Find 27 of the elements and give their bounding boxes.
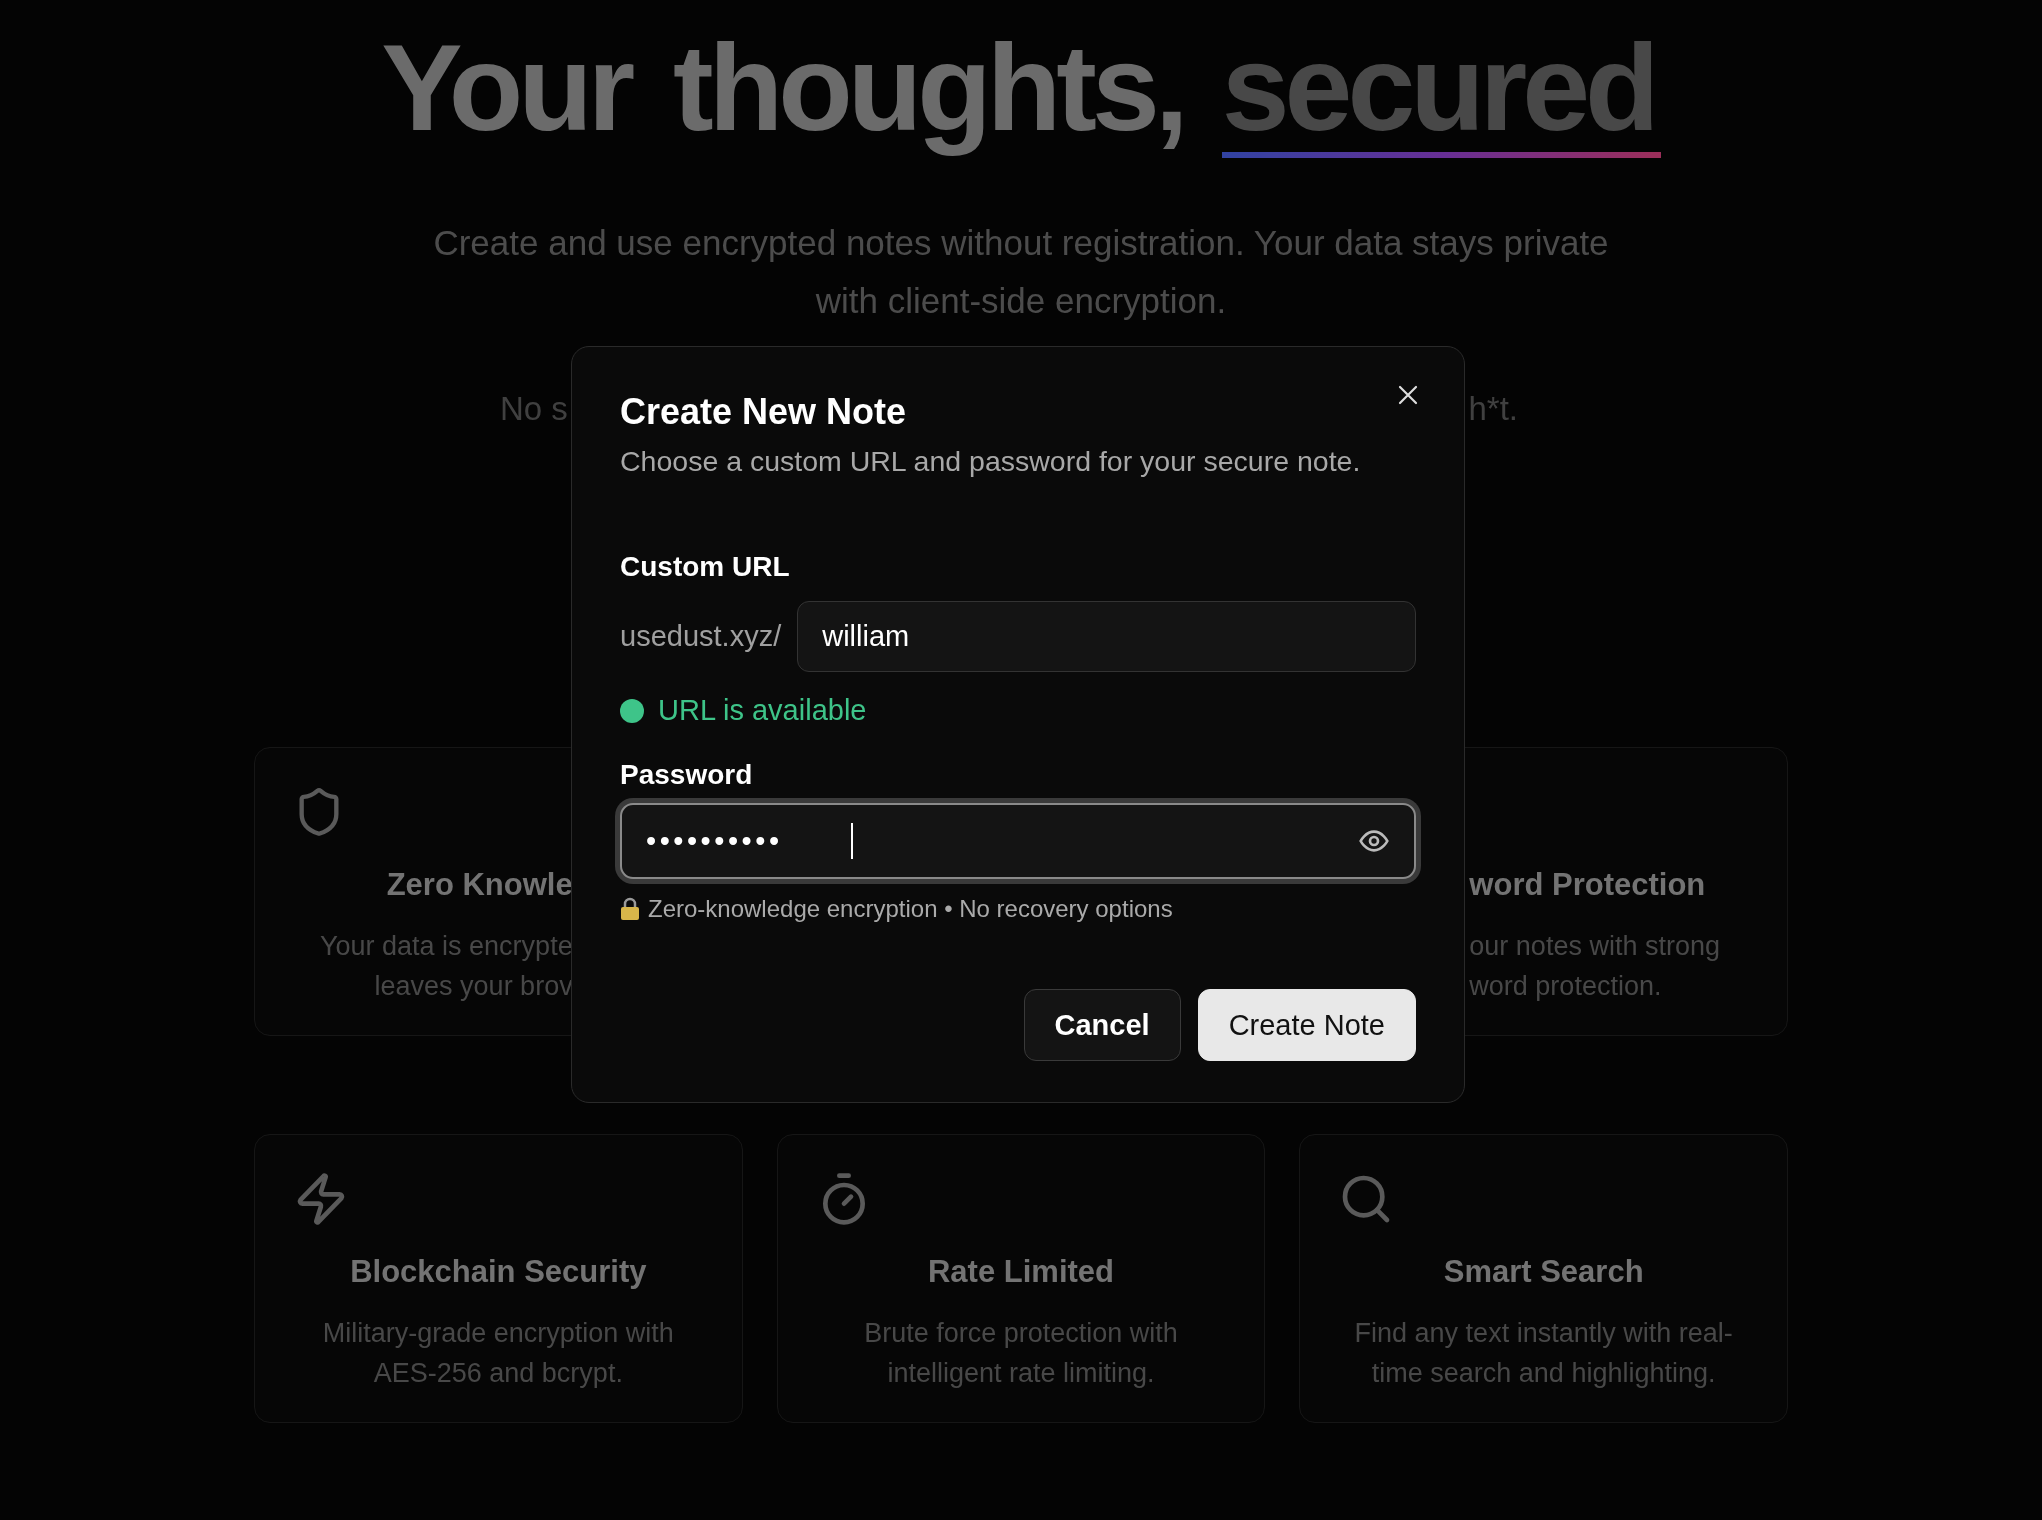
- create-note-button[interactable]: Create Note: [1197, 989, 1416, 1061]
- feature-title: Zero Knowle: [386, 867, 573, 903]
- dialog-description: Choose a custom URL and password for your secure note.: [620, 445, 1362, 478]
- feature-title: Smart Search: [1443, 1254, 1644, 1290]
- password-input[interactable]: ••••••••••: [646, 824, 851, 858]
- feature-description: Your data is encrypte leaves your brov: [320, 930, 573, 1003]
- close-icon: [1396, 383, 1420, 407]
- security-hint: Zero-knowledge encryption • No recovery options: [648, 895, 1173, 923]
- cancel-button[interactable]: Cancel: [1023, 989, 1181, 1061]
- hero-title: Your thoughts,: [381, 19, 1185, 158]
- field-label: Custom URL: [620, 551, 791, 583]
- feature-description: Military-grade encryption with AES-256 and bcrypt.: [322, 1317, 674, 1390]
- feature-description: Find any text instantly with real- time search and highlighting.: [1354, 1317, 1733, 1390]
- dialog-title: Create New Note: [620, 391, 907, 433]
- feature-description: Brute force protection with intelligent rate limiting.: [864, 1317, 1178, 1390]
- feature-title: Blockchain Security: [350, 1254, 647, 1290]
- tagline-text: h*t.: [1468, 390, 1518, 428]
- lock-icon: [620, 897, 640, 921]
- hero-subtitle: Create and use encrypted notes without registration. Your data stays private with client-side encryption.: [432, 222, 1610, 322]
- field-label: Password: [620, 759, 754, 791]
- feature-title: Rate Limited: [927, 1254, 1114, 1290]
- availability-text: URL is available: [658, 694, 867, 727]
- feature-description: our notes with strong word protection.: [1469, 930, 1720, 1003]
- feature-title: word Protection: [1469, 867, 1706, 903]
- tagline-text: No s: [500, 390, 568, 428]
- custom-url-field[interactable]: william: [797, 601, 1416, 672]
- url-prefix: usedust.xyz/: [620, 620, 782, 653]
